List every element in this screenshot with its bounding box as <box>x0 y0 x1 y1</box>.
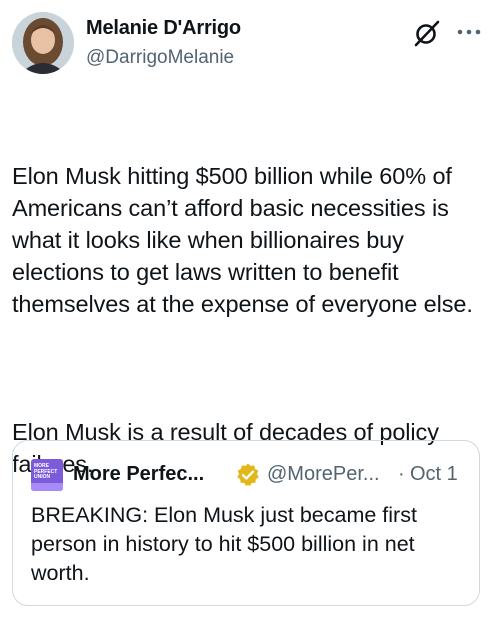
grok-icon[interactable] <box>412 18 442 48</box>
tweet-paragraph: Elon Musk hitting $500 billion while 60%… <box>12 163 473 317</box>
quoted-tweet[interactable]: MORE PERFECT UNION More Perfec... @MoreP… <box>12 440 480 606</box>
author-handle[interactable]: @DarrigoMelanie <box>86 47 234 69</box>
quoted-timestamp[interactable]: Oct 1 <box>410 463 458 486</box>
avatar-logo-bar <box>31 483 63 491</box>
quoted-author-name[interactable]: More Perfec... <box>73 463 204 486</box>
quoted-author-handle[interactable]: @MorePer... <box>267 463 380 486</box>
more-horizontal-icon[interactable] <box>452 18 486 46</box>
author-name[interactable]: Melanie D'Arrigo <box>86 17 241 40</box>
avatar-logo-text: MORE PERFECT UNION <box>34 463 58 480</box>
author-avatar[interactable] <box>12 12 74 74</box>
quoted-tweet-text: BREAKING: Elon Musk just became first pe… <box>31 503 417 585</box>
tweet-card: Melanie D'Arrigo @DarrigoMelanie Elon Mu… <box>0 0 494 623</box>
quoted-author-avatar[interactable]: MORE PERFECT UNION <box>31 459 63 491</box>
avatar-photo <box>12 12 74 74</box>
verified-badge-icon <box>237 463 259 486</box>
separator-dot: · <box>398 463 405 485</box>
